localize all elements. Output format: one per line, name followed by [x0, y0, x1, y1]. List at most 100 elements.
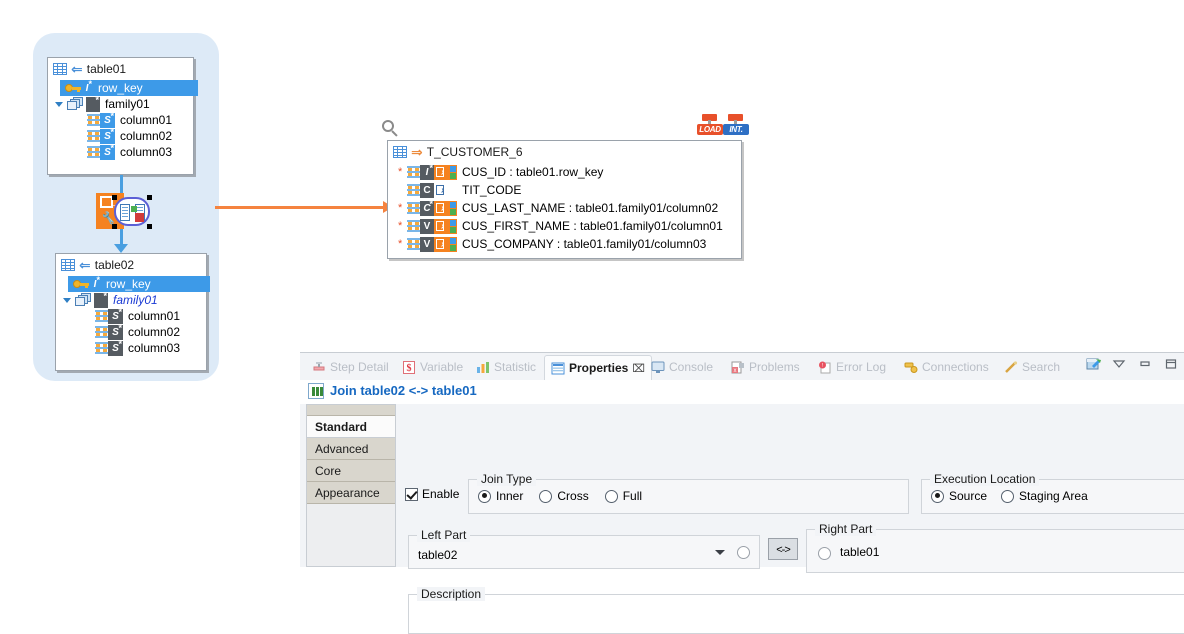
tab-step-detail[interactable]: Step Detail — [306, 356, 395, 378]
join-component[interactable]: →🔧 — [96, 193, 152, 231]
selection-handle[interactable] — [112, 195, 117, 200]
sidetab-standard[interactable]: Standard — [307, 416, 395, 438]
table02-row-family[interactable]: * family01 — [56, 291, 206, 308]
tab-connections[interactable]: Connections — [898, 356, 995, 378]
table01-column03-label: column03 — [120, 145, 173, 159]
type-badge-family: * — [94, 291, 108, 308]
expander-icon[interactable] — [53, 96, 66, 112]
right-part-radio[interactable] — [818, 547, 831, 560]
target-cus-company-label: CUS_COMPANY : table01.family01/column03 — [462, 237, 707, 251]
target-row-cus-last-name[interactable]: * C * › CUS_LAST_NAME : table01.family01/… — [388, 199, 741, 217]
tab-variable-label: Variable — [420, 360, 464, 374]
execution-option-staging-area[interactable]: Staging Area — [1001, 489, 1088, 503]
radio-cross[interactable] — [539, 489, 553, 503]
view-menu-icon[interactable] — [1112, 357, 1126, 371]
swap-button[interactable]: <-> — [768, 538, 798, 560]
join-type-option-full[interactable]: Full — [604, 489, 642, 503]
target-row-tit-code[interactable]: C › TIT_CODE — [388, 181, 741, 199]
join-type-option-cross[interactable]: Cross — [539, 489, 589, 503]
table02-row-key[interactable]: I * row_key — [68, 274, 210, 292]
target-header: ⇒ T_CUSTOMER_6 — [388, 141, 741, 163]
left-part-chevron-down-icon[interactable] — [715, 550, 725, 555]
table01-row-column03[interactable]: S * column03 — [48, 143, 193, 160]
arrow-right-orange-icon: ⇒ — [411, 144, 423, 160]
sidetab-appearance-label: Appearance — [315, 486, 380, 500]
tab-search[interactable]: Search — [998, 356, 1066, 378]
join-type-inner-label: Inner — [496, 489, 524, 503]
table02-row-column02[interactable]: S * column02 — [56, 323, 206, 340]
table01-row-column01[interactable]: S * column01 — [48, 111, 193, 128]
properties-body: Standard Advanced Core Appearance Enable… — [300, 404, 1184, 634]
enable-checkbox-box[interactable] — [405, 487, 418, 501]
tab-console[interactable]: Console — [645, 356, 719, 378]
tab-problems[interactable]: x Problems — [725, 356, 806, 378]
arrow-left-blue-icon: ⇐ — [71, 61, 83, 77]
target-row-cus-id[interactable]: * I * › CUS_ID : table01.row_key — [388, 163, 741, 181]
radio-staging-area[interactable] — [1001, 489, 1015, 503]
table01-row-family[interactable]: * family01 — [48, 95, 193, 112]
type-badge-i: I * — [93, 274, 100, 290]
page-title: Join table02 <-> table01 — [330, 383, 477, 398]
type-badge-c: C * — [420, 199, 434, 216]
execution-option-source[interactable]: Source — [931, 489, 987, 503]
tab-properties[interactable]: Properties ⌧ — [544, 355, 653, 380]
tab-statistic[interactable]: Statistic — [470, 356, 542, 378]
column-icon — [407, 165, 420, 179]
selection-handle[interactable] — [112, 224, 117, 229]
minimize-icon[interactable] — [1138, 357, 1152, 371]
family-icon — [74, 293, 94, 307]
target-table-node[interactable]: ⇒ T_CUSTOMER_6 * I * › CUS_ID : table01.r… — [387, 140, 742, 259]
diagram-canvas[interactable]: ⇐ table01 I * row_key * family01 S * colum… — [0, 0, 1184, 381]
required-star-icon: * — [398, 165, 403, 178]
sidetab-standard-label: Standard — [315, 420, 368, 434]
type-badge-family: * — [86, 95, 100, 112]
target-row-cus-first-name[interactable]: * V › CUS_FIRST_NAME : table01.family01/… — [388, 217, 741, 235]
maximize-icon[interactable] — [1164, 357, 1178, 371]
column-icon — [87, 129, 100, 143]
table01-row-key[interactable]: I * row_key — [60, 79, 198, 96]
join-type-option-inner[interactable]: Inner — [478, 489, 523, 503]
tab-error-log[interactable]: ! Error Log — [812, 356, 892, 378]
connections-icon — [904, 361, 918, 374]
enable-checkbox[interactable]: Enable — [405, 487, 459, 501]
join-icon[interactable] — [114, 197, 150, 226]
magnifier-icon[interactable] — [382, 120, 400, 138]
arrow-left-blue-icon: ⇐ — [79, 257, 91, 273]
tab-variable[interactable]: $ Variable — [396, 356, 469, 378]
table02-row-column03[interactable]: S * column03 — [56, 339, 206, 356]
table02-column01-label: column01 — [128, 309, 181, 323]
type-badge-v: V — [420, 218, 434, 234]
left-part-radio[interactable] — [737, 546, 750, 559]
table02-column02-label: column02 — [128, 325, 181, 339]
expander-icon[interactable] — [61, 292, 74, 308]
execution-location-fieldset: Execution Location Source Staging Area — [921, 472, 1184, 514]
table02-column03-label: column03 — [128, 341, 181, 355]
table01-row-column02[interactable]: S * column02 — [48, 127, 193, 144]
type-badge-s: S * — [108, 323, 123, 340]
radio-source[interactable] — [931, 489, 944, 503]
table01-node[interactable]: ⇐ table01 I * row_key * family01 S * colum… — [47, 57, 198, 175]
selection-handle[interactable] — [147, 224, 152, 229]
join-type-legend: Join Type — [477, 472, 537, 486]
table02-row-column01[interactable]: S * column01 — [56, 307, 206, 324]
radio-full[interactable] — [604, 489, 618, 503]
pin-icon[interactable] — [1086, 357, 1101, 371]
table02-node[interactable]: ⇐ table02 I * row_key * family01 S * colum… — [55, 253, 210, 371]
execution-location-legend: Execution Location — [930, 472, 1040, 486]
sidetab-advanced[interactable]: Advanced — [307, 438, 395, 460]
column-icon — [87, 145, 100, 159]
sidetab-core[interactable]: Core — [307, 460, 395, 482]
export-icon: › — [434, 218, 449, 234]
column-icon — [407, 183, 420, 197]
settings-tab-list: Standard Advanced Core Appearance — [306, 404, 396, 567]
close-icon[interactable]: ⌧ — [632, 362, 645, 375]
sidetab-appearance[interactable]: Appearance — [307, 482, 395, 504]
target-row-cus-company[interactable]: * V › CUS_COMPANY : table01.family01/col… — [388, 235, 741, 253]
variable-icon: $ — [402, 360, 416, 374]
sidetab-advanced-label: Advanced — [315, 442, 369, 456]
description-fieldset[interactable]: Description — [408, 587, 1184, 634]
type-badge-s: S * — [100, 143, 115, 160]
selection-handle[interactable] — [147, 195, 152, 200]
problems-icon: x — [731, 361, 745, 374]
radio-inner[interactable] — [478, 489, 491, 503]
